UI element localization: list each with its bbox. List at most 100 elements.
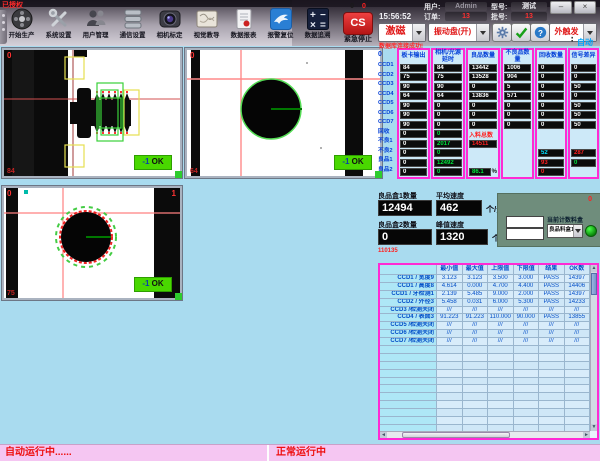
excite-dropdown[interactable]: 激磁	[378, 23, 426, 42]
stats-cell: 0	[537, 120, 565, 130]
horizontal-scrollbar[interactable]: ◄ ►	[380, 431, 590, 438]
result-cell	[514, 346, 540, 354]
result-cell	[463, 393, 489, 401]
toolbar-system-settings[interactable]: 系统设置	[40, 6, 77, 46]
toolbar-alarm-reset[interactable]: 报警复位	[262, 6, 299, 46]
chevron-down-icon[interactable]	[573, 225, 582, 237]
svg-text:?: ?	[538, 29, 543, 38]
result-cell: ///	[488, 338, 514, 346]
stats-cell: 0	[503, 101, 532, 111]
resize-grip[interactable]	[375, 171, 382, 178]
stats-cell	[570, 130, 597, 140]
result-cell: ///	[437, 338, 463, 346]
result-cell	[565, 417, 591, 425]
result-cell	[565, 370, 591, 378]
result-cell	[514, 370, 540, 378]
camera-view-ccd4: 0 1 75 -1 OK	[2, 186, 182, 300]
result-cell: 3.123	[463, 275, 489, 283]
table-row	[380, 354, 590, 362]
exposure-value: 0	[7, 189, 11, 198]
toolbar-items: 开始生产 系统设置 用户管理 通信设置 相机标定	[3, 6, 336, 46]
result-cell: 2.000	[514, 291, 540, 299]
resize-grip[interactable]	[175, 171, 182, 178]
result-cell	[539, 370, 565, 378]
result-cell: ///	[437, 307, 463, 315]
result-cell	[437, 385, 463, 393]
result-cell: 4.614	[437, 283, 463, 291]
confirm-check-button[interactable]	[511, 23, 531, 42]
estop-label: 紧急停止	[341, 35, 375, 45]
result-cell	[463, 370, 489, 378]
stats-column-header: 信号差异	[570, 50, 597, 63]
table-row	[380, 362, 590, 370]
result-cell	[565, 409, 591, 417]
user-label: 用户:	[424, 2, 440, 12]
box1-count-value: 12494	[378, 200, 432, 216]
result-cell	[514, 385, 540, 393]
total-count-small: 110135	[378, 248, 398, 254]
stats-cell	[503, 139, 532, 149]
result-badge: -1 OK	[134, 277, 172, 292]
results-grid: 最小值最大值上限值下限值结果OK数CCD1 / 宽度93.1233.1233.5…	[380, 265, 590, 431]
svg-text:=: =	[320, 20, 326, 31]
result-cell: ///	[539, 330, 565, 338]
result-cell: 3.123	[437, 275, 463, 283]
emergency-stop-button[interactable]: CS	[343, 12, 373, 35]
stats-cell: 0	[503, 111, 532, 121]
stats-column-header: 板卡输出	[399, 50, 428, 63]
tray-select-dropdown[interactable]: 良品料盒1	[547, 224, 583, 238]
result-badge: -1 OK	[134, 155, 172, 170]
result-cell: ///	[437, 330, 463, 338]
scroll-right-arrow[interactable]: ►	[583, 432, 590, 438]
scroll-left-arrow[interactable]: ◄	[380, 432, 387, 438]
toolbar-data-trace[interactable]: +−×= 数据追溯	[299, 6, 336, 46]
tray-input-1[interactable]	[506, 216, 544, 228]
scroll-thumb[interactable]	[402, 432, 510, 438]
table-row	[380, 378, 590, 386]
stats-cell: 75	[399, 73, 428, 83]
scroll-up-arrow[interactable]: ▲	[591, 265, 597, 272]
svg-text:×: ×	[310, 20, 316, 31]
settings-gear-button[interactable]	[492, 23, 512, 42]
toolbar-user-management[interactable]: 用户管理	[77, 6, 114, 46]
chevron-down-icon[interactable]	[412, 24, 425, 41]
stats-cell: 0	[433, 101, 463, 111]
result-row-label: CCD5 /检测关闭	[380, 322, 437, 330]
scroll-down-arrow[interactable]: ▼	[591, 424, 597, 431]
result-cell	[437, 362, 463, 370]
side-panel-handle[interactable]	[0, 10, 7, 44]
toolbar-camera-calibration[interactable]: 相机标定	[151, 6, 188, 46]
toolbar-vision-teach[interactable]: 视觉教导	[188, 6, 225, 46]
toolbar-comm-settings[interactable]: 通信设置	[114, 6, 151, 46]
result-cell	[437, 417, 463, 425]
report-document-icon	[232, 7, 256, 31]
speed-panel: 良品盒1数量 平均速度 12494 462 个/分钟 良品盒2数量 峰值速度 0…	[378, 189, 599, 259]
help-button[interactable]: ?	[530, 23, 550, 42]
resize-grip[interactable]	[175, 293, 182, 300]
result-cell: ///	[514, 322, 540, 330]
stats-row-label: 回收	[378, 128, 396, 137]
toolbar-start-production[interactable]: 开始生产	[3, 6, 40, 46]
close-button[interactable]: ×	[574, 1, 596, 14]
result-row-label	[380, 393, 437, 401]
result-cell: ///	[488, 307, 514, 315]
result-cell: ///	[514, 307, 540, 315]
results-header-row: 最小值最大值上限值下限值结果OK数	[380, 265, 590, 275]
box2-count-value: 0	[378, 229, 432, 245]
clock: 15:56:52	[379, 12, 411, 21]
stats-cell: 13528	[468, 73, 498, 83]
stats-cell: 0	[433, 168, 463, 178]
result-cell: 14397	[565, 275, 591, 283]
stats-cell: 64	[399, 92, 428, 102]
film-reel-icon	[10, 7, 34, 31]
toolbar-data-report[interactable]: 数据报表	[225, 6, 262, 46]
tray-input-2[interactable]	[506, 228, 544, 240]
result-cell: 5.458	[437, 299, 463, 307]
scroll-thumb[interactable]	[591, 273, 597, 295]
chevron-down-icon[interactable]	[476, 24, 489, 41]
stats-cell: 0	[537, 168, 565, 178]
result-cell	[565, 346, 591, 354]
vertical-scrollbar[interactable]: ▲ ▼	[590, 265, 597, 431]
vibrator-dropdown[interactable]: 振动盘(开)	[428, 23, 490, 42]
minimize-button[interactable]: –	[550, 1, 572, 14]
